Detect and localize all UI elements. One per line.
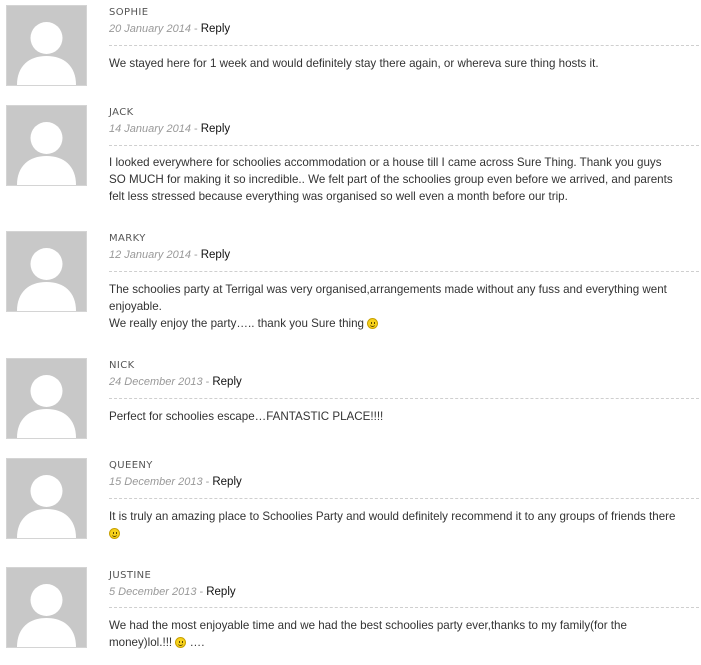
- avatar: [6, 567, 87, 648]
- avatar: [6, 358, 87, 439]
- comment-author: SOPHIE: [109, 7, 149, 18]
- avatar: [6, 231, 87, 312]
- reply-link[interactable]: Reply: [212, 476, 241, 488]
- comment-date[interactable]: 5 December 2013: [109, 586, 196, 598]
- meta-separator: -: [190, 249, 201, 261]
- comment-text-line: SO MUCH for making it so incredible.. We…: [109, 173, 673, 186]
- reply-link[interactable]: Reply: [201, 23, 230, 35]
- comment-meta: 20 January 2014 - Reply: [109, 23, 230, 35]
- reply-link[interactable]: Reply: [212, 376, 241, 388]
- comment-text-line: It is truly an amazing place to Schoolie…: [109, 510, 676, 523]
- comment-body: Perfect for schoolies escape…FANTASTIC P…: [109, 408, 699, 425]
- comment-divider: [109, 498, 699, 499]
- comment-text-line: The schoolies party at Terrigal was very…: [109, 283, 667, 296]
- reply-link[interactable]: Reply: [201, 123, 230, 135]
- comment-divider: [109, 398, 699, 399]
- comment-text-line: We stayed here for 1 week and would defi…: [109, 57, 599, 70]
- meta-separator: -: [202, 476, 213, 488]
- comment-text-line: We had the most enjoyable time and we ha…: [109, 619, 627, 632]
- comment-date[interactable]: 12 January 2014: [109, 249, 191, 261]
- comment-text-line-with-smiley: We really enjoy the party….. thank you S…: [109, 315, 699, 332]
- avatar: [6, 105, 87, 186]
- comment-text-line: felt less stressed because everything wa…: [109, 190, 568, 203]
- avatar: [6, 458, 87, 539]
- comment-author: QUEENY: [109, 460, 153, 471]
- smiley-icon: [367, 318, 379, 329]
- comment-date[interactable]: 20 January 2014: [109, 23, 191, 35]
- comment-meta: 14 January 2014 - Reply: [109, 123, 230, 135]
- comment-text: We really enjoy the party….. thank you S…: [109, 317, 364, 330]
- comment-body: We had the most enjoyable time and we ha…: [109, 617, 699, 651]
- comment-text: money)lol.!!!: [109, 636, 173, 649]
- comment-text-line-with-smiley: money)lol.!!! ….: [109, 634, 699, 651]
- comment-text-line: [109, 525, 699, 542]
- comment-text-line: enjoyable.: [109, 300, 162, 313]
- comment-divider: [109, 271, 699, 272]
- comment-text-line: Perfect for schoolies escape…FANTASTIC P…: [109, 410, 384, 423]
- comment-body: We stayed here for 1 week and would defi…: [109, 55, 699, 72]
- comment-author: MARKY: [109, 233, 146, 244]
- comment-body: The schoolies party at Terrigal was very…: [109, 281, 699, 332]
- comment-meta: 12 January 2014 - Reply: [109, 249, 230, 261]
- reply-link[interactable]: Reply: [201, 249, 230, 261]
- comment-meta: 15 December 2013 - Reply: [109, 476, 242, 488]
- comment-author: NICK: [109, 360, 135, 371]
- meta-separator: -: [190, 123, 201, 135]
- meta-separator: -: [202, 376, 213, 388]
- comment-divider: [109, 45, 699, 46]
- comment-divider: [109, 145, 699, 146]
- comment-date[interactable]: 15 December 2013: [109, 476, 203, 488]
- comment-text: ….: [189, 636, 205, 649]
- smiley-icon: [109, 528, 120, 539]
- comment-meta: 5 December 2013 - Reply: [109, 586, 236, 598]
- avatar: [6, 5, 87, 86]
- meta-separator: -: [190, 23, 201, 35]
- comment-date[interactable]: 24 December 2013: [109, 376, 203, 388]
- comment-author: JUSTINE: [109, 570, 152, 581]
- comment-body: I looked everywhere for schoolies accomm…: [109, 154, 699, 205]
- comment-meta: 24 December 2013 - Reply: [109, 376, 242, 388]
- smiley-icon: [175, 637, 187, 648]
- comment-divider: [109, 607, 699, 608]
- meta-separator: -: [196, 586, 207, 598]
- comment-text-line: I looked everywhere for schoolies accomm…: [109, 156, 662, 169]
- comment-date[interactable]: 14 January 2014: [109, 123, 191, 135]
- comment-body: It is truly an amazing place to Schoolie…: [109, 508, 699, 542]
- comment-author: JACK: [109, 107, 134, 118]
- reply-link[interactable]: Reply: [206, 586, 235, 598]
